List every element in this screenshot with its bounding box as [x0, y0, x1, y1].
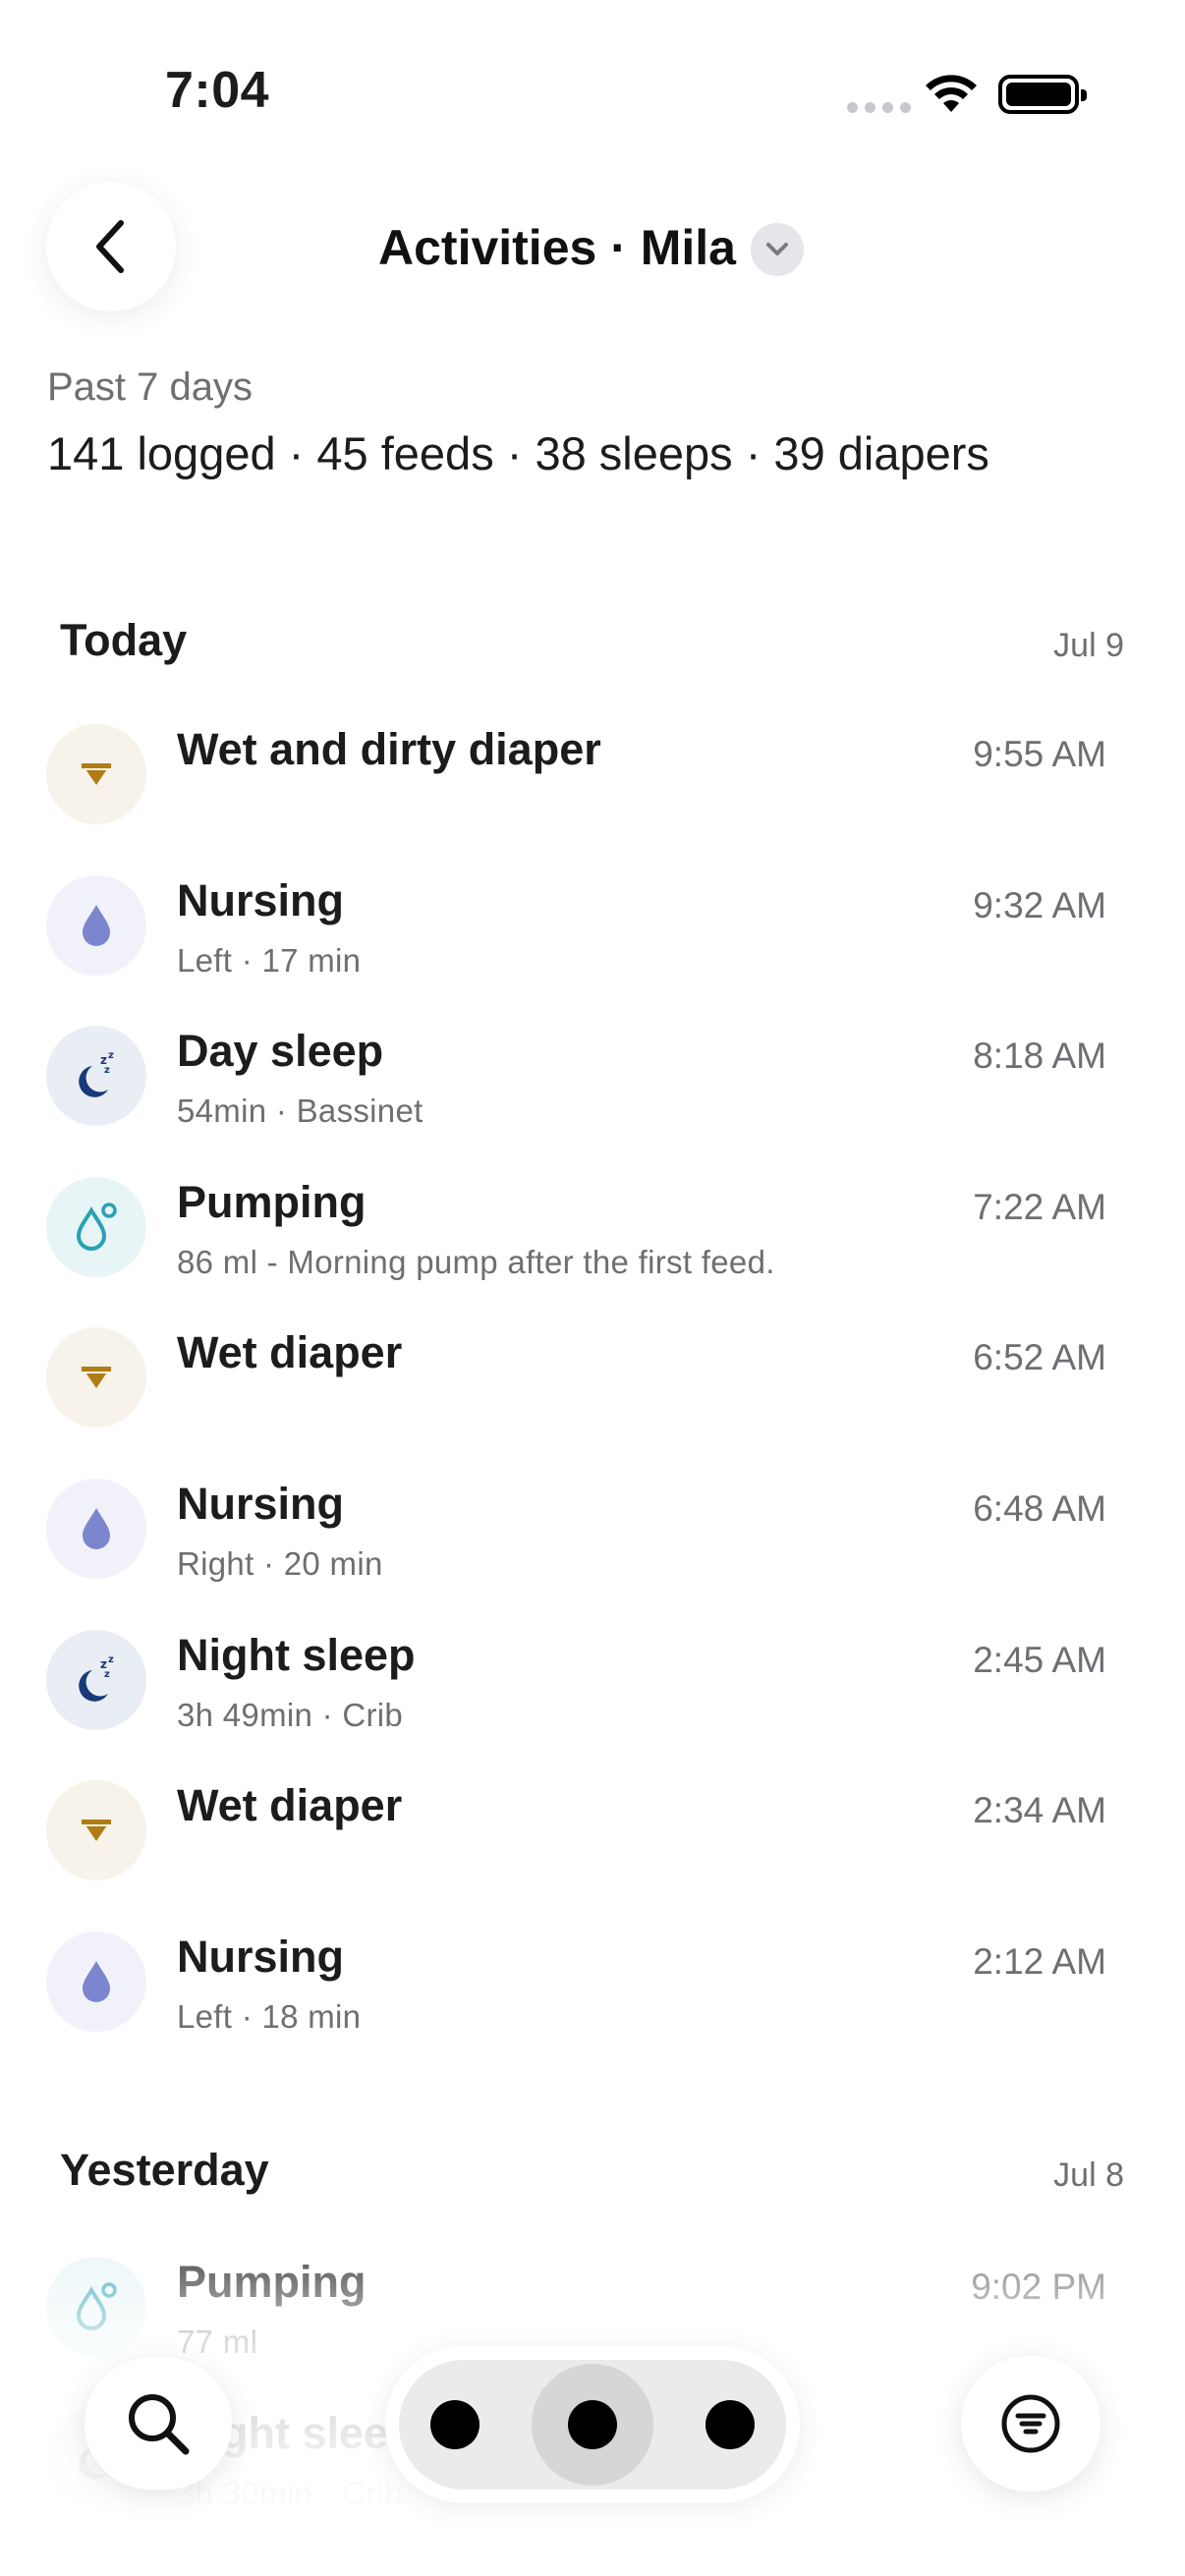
activity-title: Wet and dirty diaper	[177, 724, 601, 774]
status-bar: 7:04	[0, 0, 1185, 177]
activity-detail: Right · 20 min	[177, 1545, 383, 1582]
activity-title: Nursing	[177, 1479, 345, 1529]
section-title: Today	[60, 615, 188, 665]
header: Activities · Mila	[0, 182, 1185, 315]
section-header-yesterday: Yesterday Jul 8	[0, 2145, 1185, 2204]
page-dot-3[interactable]	[705, 2400, 755, 2449]
page-title[interactable]: Activities · Mila	[378, 219, 736, 276]
activity-row[interactable]: Wet diaper 6:52 AM	[0, 1327, 1185, 1475]
section-title: Yesterday	[60, 2145, 269, 2195]
activity-title: Pumping	[177, 2257, 367, 2307]
activity-time: 9:55 AM	[973, 734, 1106, 774]
activity-detail: 77 ml	[177, 2324, 258, 2360]
moon-sleep-icon: zzz	[46, 1026, 146, 1127]
activity-time: 2:34 AM	[973, 1790, 1106, 1831]
filter-button[interactable]	[961, 2356, 1100, 2492]
page-dot-2-active[interactable]	[532, 2364, 653, 2486]
activity-detail: 3h 49min · Crib	[177, 1696, 404, 1733]
activity-row[interactable]: Wet diaper 2:34 AM	[0, 1780, 1185, 1928]
section-date: Jul 9	[1053, 627, 1124, 664]
back-button[interactable]	[46, 182, 176, 311]
svg-text:z: z	[104, 1065, 110, 1076]
activity-row[interactable]: Wet and dirty diaper 9:55 AM	[0, 724, 1185, 871]
diaper-icon	[46, 1327, 146, 1428]
activity-title: Nursing	[177, 874, 345, 925]
pump-drop-icon	[46, 2257, 146, 2357]
page-switcher[interactable]	[385, 2346, 800, 2503]
chevron-left-icon	[96, 220, 124, 273]
activity-title: Wet diaper	[177, 1780, 403, 1831]
activity-detail: 54min · Bassinet	[177, 1092, 423, 1130]
activity-time: 7:22 AM	[973, 1186, 1106, 1227]
activity-title: Nursing	[177, 1931, 345, 1982]
chevron-down-icon	[766, 243, 788, 255]
section-header-today: Today Jul 9	[0, 615, 1185, 674]
activity-time: 9:32 AM	[973, 884, 1106, 925]
pump-drop-icon	[46, 1176, 146, 1277]
svg-text:z: z	[104, 1669, 110, 1680]
drop-icon	[46, 1931, 146, 2032]
battery-icon	[998, 75, 1087, 114]
activity-detail: Left · 18 min	[177, 1997, 362, 2035]
moon-sleep-icon: zzz	[46, 1629, 146, 1730]
activity-time: 6:48 AM	[973, 1488, 1106, 1529]
activity-row[interactable]: z z z Night sleep 3h 49min · Crib 2:45 AM	[0, 1629, 1185, 1777]
drop-icon	[46, 874, 146, 976]
diaper-icon	[46, 1780, 146, 1881]
filter-icon	[1001, 2394, 1060, 2453]
drop-icon	[46, 1479, 146, 1579]
activity-time: 9:02 PM	[971, 2267, 1106, 2307]
activity-title: Pumping	[177, 1176, 367, 1227]
summary-period: Past 7 days	[47, 365, 254, 409]
activity-time: 6:52 AM	[973, 1337, 1106, 1378]
activity-row[interactable]: z z z Day sleep 54min · Bassinet 8:18 AM	[0, 1026, 1185, 1173]
svg-text:z: z	[108, 1050, 114, 1061]
activity-time: 2:12 AM	[973, 1940, 1106, 1982]
search-button[interactable]	[85, 2358, 232, 2490]
activity-detail: 86 ml - Morning pump after the first fee…	[177, 1243, 775, 1280]
activity-time: 8:18 AM	[973, 1036, 1106, 1077]
search-icon	[129, 2394, 190, 2455]
svg-text:z: z	[108, 1654, 114, 1665]
activity-time: 2:45 AM	[973, 1639, 1106, 1680]
activity-row[interactable]: Pumping 86 ml - Morning pump after the fi…	[0, 1176, 1185, 1324]
activity-detail: 3h 30min · Crib	[177, 2474, 404, 2511]
activity-title: Wet diaper	[177, 1327, 403, 1378]
status-time: 7:04	[165, 62, 270, 119]
diaper-icon	[46, 724, 146, 824]
activity-row[interactable]: Nursing Right · 20 min 6:48 AM	[0, 1479, 1185, 1626]
signal-icon	[847, 102, 911, 113]
activity-detail: Left · 17 min	[177, 941, 362, 979]
activity-title: Night sleep	[177, 1629, 416, 1680]
wifi-icon	[926, 75, 977, 112]
activity-row[interactable]: Nursing Left · 18 min 2:12 AM	[0, 1931, 1185, 2079]
section-date: Jul 8	[1053, 2156, 1124, 2194]
profile-dropdown-button[interactable]	[751, 223, 804, 276]
page-dot-1[interactable]	[430, 2400, 480, 2449]
activity-row[interactable]: Nursing Left · 17 min 9:32 AM	[0, 874, 1185, 1023]
summary-stats: 141 logged · 45 feeds · 38 sleeps · 39 d…	[47, 427, 989, 479]
activity-title: Day sleep	[177, 1026, 384, 1077]
